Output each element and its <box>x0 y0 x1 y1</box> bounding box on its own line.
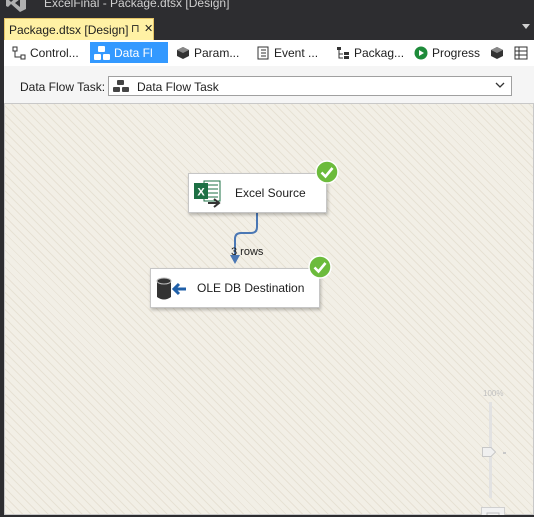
svg-text:X: X <box>197 187 205 199</box>
tab-label: Progress <box>432 45 481 60</box>
zoom-slider-tick <box>503 452 506 454</box>
event-handlers-icon <box>257 46 269 59</box>
zoom-slider-thumb[interactable] <box>482 447 496 457</box>
excel-source-component[interactable]: X Excel Source <box>188 173 327 213</box>
tab-parameters[interactable]: Param... <box>172 42 246 63</box>
path-rows-label: 3 rows <box>231 246 264 258</box>
task-selector-dropdown[interactable]: Data Flow Task <box>108 76 512 96</box>
connection-managers-icon <box>491 46 503 59</box>
excel-source-label: Excel Source <box>235 186 306 200</box>
control-flow-icon <box>12 46 26 59</box>
tab-label: Control... <box>30 45 79 60</box>
tab-package-explorer[interactable]: Packag... <box>332 42 406 63</box>
oledb-destination-icon <box>156 277 186 300</box>
tab-label: Packag... <box>354 45 405 60</box>
success-check-icon <box>315 160 339 184</box>
tab-label: Event ... <box>274 45 319 60</box>
title-bar: ExcelFinal - Package.dtsx [Design] <box>0 0 534 14</box>
tab-progress[interactable]: Progress <box>410 42 484 63</box>
package-designer: Control... Data Fl Param... Event ... Pa… <box>4 40 534 517</box>
tab-connection-managers[interactable] <box>486 42 506 63</box>
task-selector-bar: Data Flow Task: Data Flow Task <box>4 66 534 103</box>
zoom-level-label: 100% <box>483 389 504 398</box>
tab-label: Param... <box>194 45 240 60</box>
tab-list-dropdown-icon[interactable] <box>522 24 530 29</box>
tab-event-handlers[interactable]: Event ... <box>252 42 326 63</box>
task-selector-value: Data Flow Task <box>137 80 219 94</box>
window-title: ExcelFinal - Package.dtsx [Design] <box>44 0 230 10</box>
tab-data-flow[interactable]: Data Fl <box>90 42 168 63</box>
tab-control-flow[interactable]: Control... <box>8 42 88 63</box>
document-tab-label: Package.dtsx [Design] <box>9 23 129 37</box>
task-selector-label: Data Flow Task: <box>20 80 106 94</box>
oledb-destination-component[interactable]: OLE DB Destination <box>150 268 320 308</box>
table-icon <box>514 46 528 59</box>
chevron-down-icon <box>495 82 505 88</box>
document-tab[interactable]: Package.dtsx [Design] ⊓ ✕ <box>4 18 154 40</box>
package-explorer-icon <box>337 46 349 59</box>
progress-play-icon <box>414 46 428 59</box>
designer-tab-bar: Control... Data Fl Param... Event ... Pa… <box>4 40 534 67</box>
excel-source-icon: X <box>194 180 221 208</box>
tab-label: Data Fl <box>114 45 153 60</box>
document-tab-strip: Package.dtsx [Design] ⊓ ✕ <box>0 14 534 40</box>
data-flow-canvas[interactable]: 3 rows X Excel Source OLE DB Destination… <box>4 103 534 517</box>
tab-table[interactable] <box>510 42 530 63</box>
visual-studio-logo-icon <box>6 0 26 12</box>
data-flow-task-icon <box>113 80 129 92</box>
oledb-destination-label: OLE DB Destination <box>197 281 305 295</box>
pin-icon[interactable]: ⊓ <box>131 22 140 35</box>
success-check-icon <box>308 255 332 279</box>
parameters-icon <box>177 46 189 59</box>
data-flow-icon <box>94 45 110 60</box>
close-icon[interactable]: ✕ <box>144 22 153 35</box>
data-path-line[interactable] <box>5 104 534 516</box>
